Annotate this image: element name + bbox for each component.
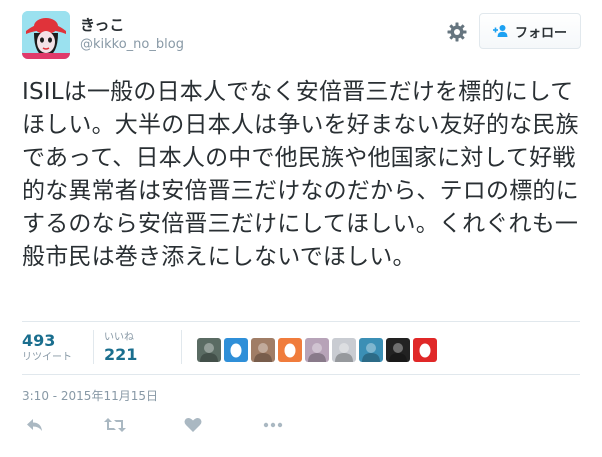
tweet-text: ISILは一般の日本人でなく安倍晋三だけを標的にしてほしい。大半の日本人は争いを… (22, 79, 579, 270)
liker-avatar[interactable] (332, 338, 356, 362)
egg-icon (419, 343, 431, 358)
gear-icon[interactable] (446, 21, 468, 43)
avatar-photo-icon (362, 343, 380, 362)
avatar-photo-icon (335, 343, 353, 362)
liker-avatars (197, 338, 437, 362)
avatar[interactable] (22, 11, 70, 59)
tweet-actions (22, 412, 302, 440)
like-count: 221 (104, 345, 138, 364)
egg-icon (284, 343, 296, 358)
stat-separator (93, 330, 94, 364)
heart-icon[interactable] (180, 412, 206, 438)
stat-separator (181, 330, 182, 364)
liker-avatar[interactable] (386, 338, 410, 362)
liker-avatar[interactable] (197, 338, 221, 362)
liker-avatar[interactable] (305, 338, 329, 362)
retweet-icon[interactable] (102, 412, 128, 438)
user-names: きっこ @kikko_no_blog (80, 15, 184, 53)
liker-avatar[interactable] (359, 338, 383, 362)
egg-icon (230, 343, 242, 358)
divider-bottom (22, 374, 580, 375)
avatar-photo-icon (389, 343, 407, 362)
liker-avatar[interactable] (224, 338, 248, 362)
avatar-photo-icon (308, 343, 326, 362)
reply-icon[interactable] (22, 412, 48, 438)
like-label: いいね (104, 332, 134, 343)
liker-avatar[interactable] (413, 338, 437, 362)
retweet-stat[interactable]: 493 リツイート (22, 331, 72, 365)
add-user-icon (492, 25, 508, 37)
more-icon[interactable] (260, 412, 286, 438)
tweet-timestamp[interactable]: 3:10 - 2015年11月15日 (22, 387, 158, 404)
display-name[interactable]: きっこ (80, 15, 184, 35)
tweet-header: きっこ @kikko_no_blog フォロー (0, 0, 602, 66)
avatar-photo-icon (200, 343, 218, 362)
retweet-label: リツイート (22, 352, 72, 363)
liker-avatar[interactable] (251, 338, 275, 362)
retweet-count: 493 (22, 331, 56, 350)
user-handle[interactable]: @kikko_no_blog (80, 36, 184, 53)
follow-label: フォロー (514, 25, 567, 41)
follow-button[interactable]: フォロー (479, 13, 581, 49)
liker-avatar[interactable] (278, 338, 302, 362)
avatar-photo-icon (254, 343, 272, 362)
like-stat[interactable]: いいね 221 (104, 331, 137, 365)
